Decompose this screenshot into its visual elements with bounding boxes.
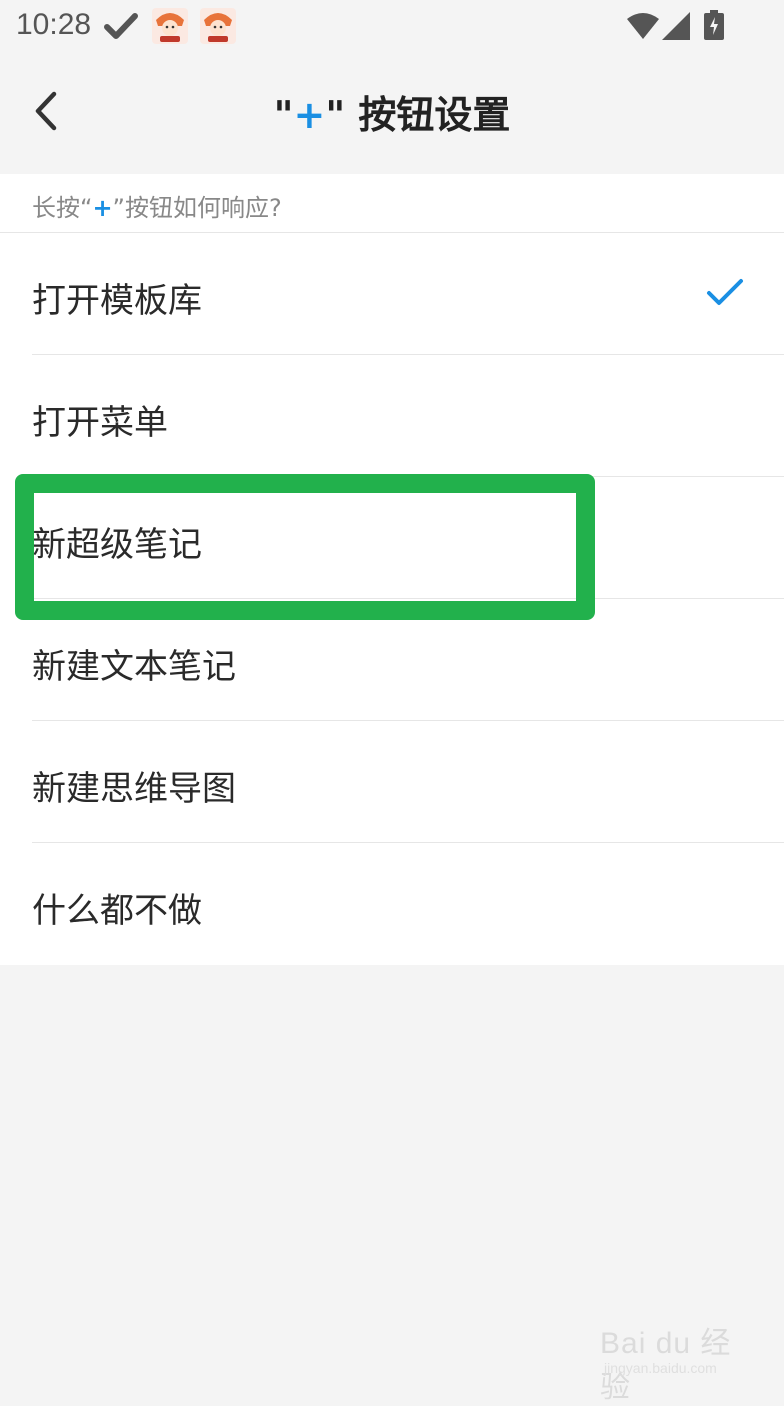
section-label-suffix: ”按钮如何响应? (112, 194, 282, 222)
cell-signal-icon (662, 12, 690, 40)
option-new-mind-map[interactable]: 新建思维导图 (0, 721, 784, 843)
option-label: 打开模板库 (32, 281, 202, 321)
section-label: 长按“+”按钮如何响应? (32, 188, 282, 223)
check-icon (104, 13, 138, 39)
check-icon (707, 279, 743, 305)
option-new-text-note[interactable]: 新建文本笔记 (0, 599, 784, 721)
option-label: 新建文本笔记 (32, 647, 236, 687)
option-label: 新超级笔记 (32, 525, 202, 565)
option-new-super-note[interactable]: 新超级笔记 (0, 477, 784, 599)
section-label-prefix: 长按“ (32, 194, 93, 222)
watermark-sub: jingyan.baidu.com (604, 1360, 717, 1376)
app-avatar-icon (152, 8, 188, 44)
status-time: 10:28 (16, 8, 92, 41)
watermark-logo: Bai du 经验 jingyan.baidu.com (600, 1312, 750, 1404)
section-label-plus: + (92, 194, 113, 222)
option-open-menu[interactable]: 打开菜单 (0, 355, 784, 477)
option-label: 新建思维导图 (32, 769, 236, 809)
option-open-template-library[interactable]: 打开模板库 (0, 233, 784, 355)
app-avatar-icon (200, 8, 236, 44)
page-title: "+" 按钮设置 (0, 84, 784, 139)
title-text: " 按钮设置 (325, 93, 511, 137)
title-quote-open: " (273, 93, 294, 137)
option-label: 什么都不做 (32, 891, 202, 931)
battery-charging-icon (704, 10, 724, 40)
option-do-nothing[interactable]: 什么都不做 (0, 843, 784, 965)
app-header: "+" 按钮设置 (0, 54, 784, 174)
status-bar: 10:28 (0, 0, 784, 54)
option-label: 打开菜单 (32, 403, 168, 443)
wifi-icon (627, 13, 659, 39)
title-plus: + (293, 93, 326, 137)
options-list: 打开模板库 打开菜单 新超级笔记 新建文本笔记 新建思维导图 什么都不做 (0, 233, 784, 965)
section-header: 长按“+”按钮如何响应? (0, 174, 784, 233)
